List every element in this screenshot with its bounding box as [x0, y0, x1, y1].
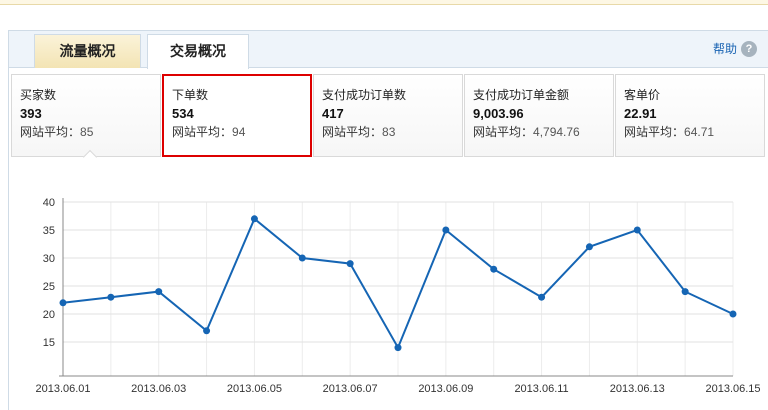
data-point — [203, 327, 211, 335]
x-tick-label: 2013.06.13 — [610, 383, 665, 395]
metric-site-average: 网站平均：4,794.76 — [473, 125, 580, 139]
metric-value: 417 — [322, 106, 344, 121]
data-point — [538, 293, 546, 301]
metric-card-paid-orders[interactable]: 支付成功订单数 417 网站平均：83 — [313, 74, 463, 157]
tab-traffic-overview[interactable]: 流量概况 — [34, 34, 141, 68]
data-point — [681, 288, 689, 296]
metric-value: 534 — [172, 106, 194, 121]
notice-strip — [0, 0, 768, 5]
data-point — [729, 310, 737, 318]
metric-site-average: 网站平均：64.71 — [624, 125, 715, 139]
help-link[interactable]: 帮助 ? — [713, 40, 757, 57]
metric-label: 支付成功订单数 — [322, 88, 407, 102]
data-point — [155, 288, 163, 296]
metric-label: 下单数 — [172, 88, 209, 102]
x-tick-label: 2013.06.09 — [418, 383, 473, 395]
x-tick-label: 2013.06.03 — [131, 383, 186, 395]
line-chart-svg: 15 20 25 30 35 40 2013.06.01 2013.06.03 2013.06.… — [35, 197, 760, 395]
help-label: 帮助 — [712, 42, 737, 56]
y-tick-label: 40 — [43, 197, 55, 209]
metric-value: 9,003.96 — [473, 106, 524, 121]
tab-trade-overview[interactable]: 交易概况 — [147, 34, 249, 69]
data-point — [250, 215, 258, 223]
data-point — [442, 226, 450, 234]
y-tick-label: 15 — [43, 337, 55, 349]
metric-value: 393 — [20, 106, 42, 121]
y-tick-label: 25 — [43, 281, 55, 293]
metrics-row: 买家数 393 网站平均：85 下单数 534 网站平均：94 支付成功订单数 … — [11, 74, 768, 165]
metric-card-paid-amount[interactable]: 支付成功订单金额 9,003.96 网站平均：4,794.76 — [464, 74, 614, 157]
data-point — [298, 254, 306, 262]
x-tick-label: 2013.06.05 — [227, 383, 282, 395]
tab-bar: 流量概况 交易概况 帮助 ? — [9, 31, 768, 69]
data-point — [59, 299, 67, 307]
data-point — [346, 260, 354, 268]
metric-site-average: 网站平均：85 — [20, 125, 94, 139]
metric-card-orders[interactable]: 下单数 534 网站平均：94 — [162, 74, 312, 157]
metric-card-buyers[interactable]: 买家数 393 网站平均：85 — [11, 74, 161, 157]
y-tick-label: 20 — [43, 309, 55, 321]
metric-value: 22.91 — [624, 106, 657, 121]
y-tick-label: 30 — [43, 253, 55, 265]
question-mark-icon: ? — [741, 40, 757, 57]
metric-site-average: 网站平均：83 — [322, 125, 396, 139]
metric-label: 买家数 — [20, 88, 57, 102]
trend-chart: 15 20 25 30 35 40 2013.06.01 2013.06.03 2013.06.… — [0, 180, 768, 410]
metric-site-average: 网站平均：94 — [172, 125, 246, 139]
data-point — [394, 344, 402, 352]
x-tick-label: 2013.06.15 — [705, 383, 760, 395]
x-tick-label: 2013.06.01 — [35, 383, 90, 395]
data-point — [585, 243, 593, 251]
x-tick-label: 2013.06.11 — [514, 383, 568, 395]
metric-label: 客单价 — [624, 88, 661, 102]
data-point — [107, 293, 115, 301]
data-point — [633, 226, 641, 234]
metric-label: 支付成功订单金额 — [473, 88, 570, 102]
data-point — [490, 265, 498, 273]
x-tick-label: 2013.06.07 — [323, 383, 378, 395]
y-tick-label: 35 — [43, 225, 55, 237]
metric-card-avg-order-value[interactable]: 客单价 22.91 网站平均：64.71 — [615, 74, 765, 157]
